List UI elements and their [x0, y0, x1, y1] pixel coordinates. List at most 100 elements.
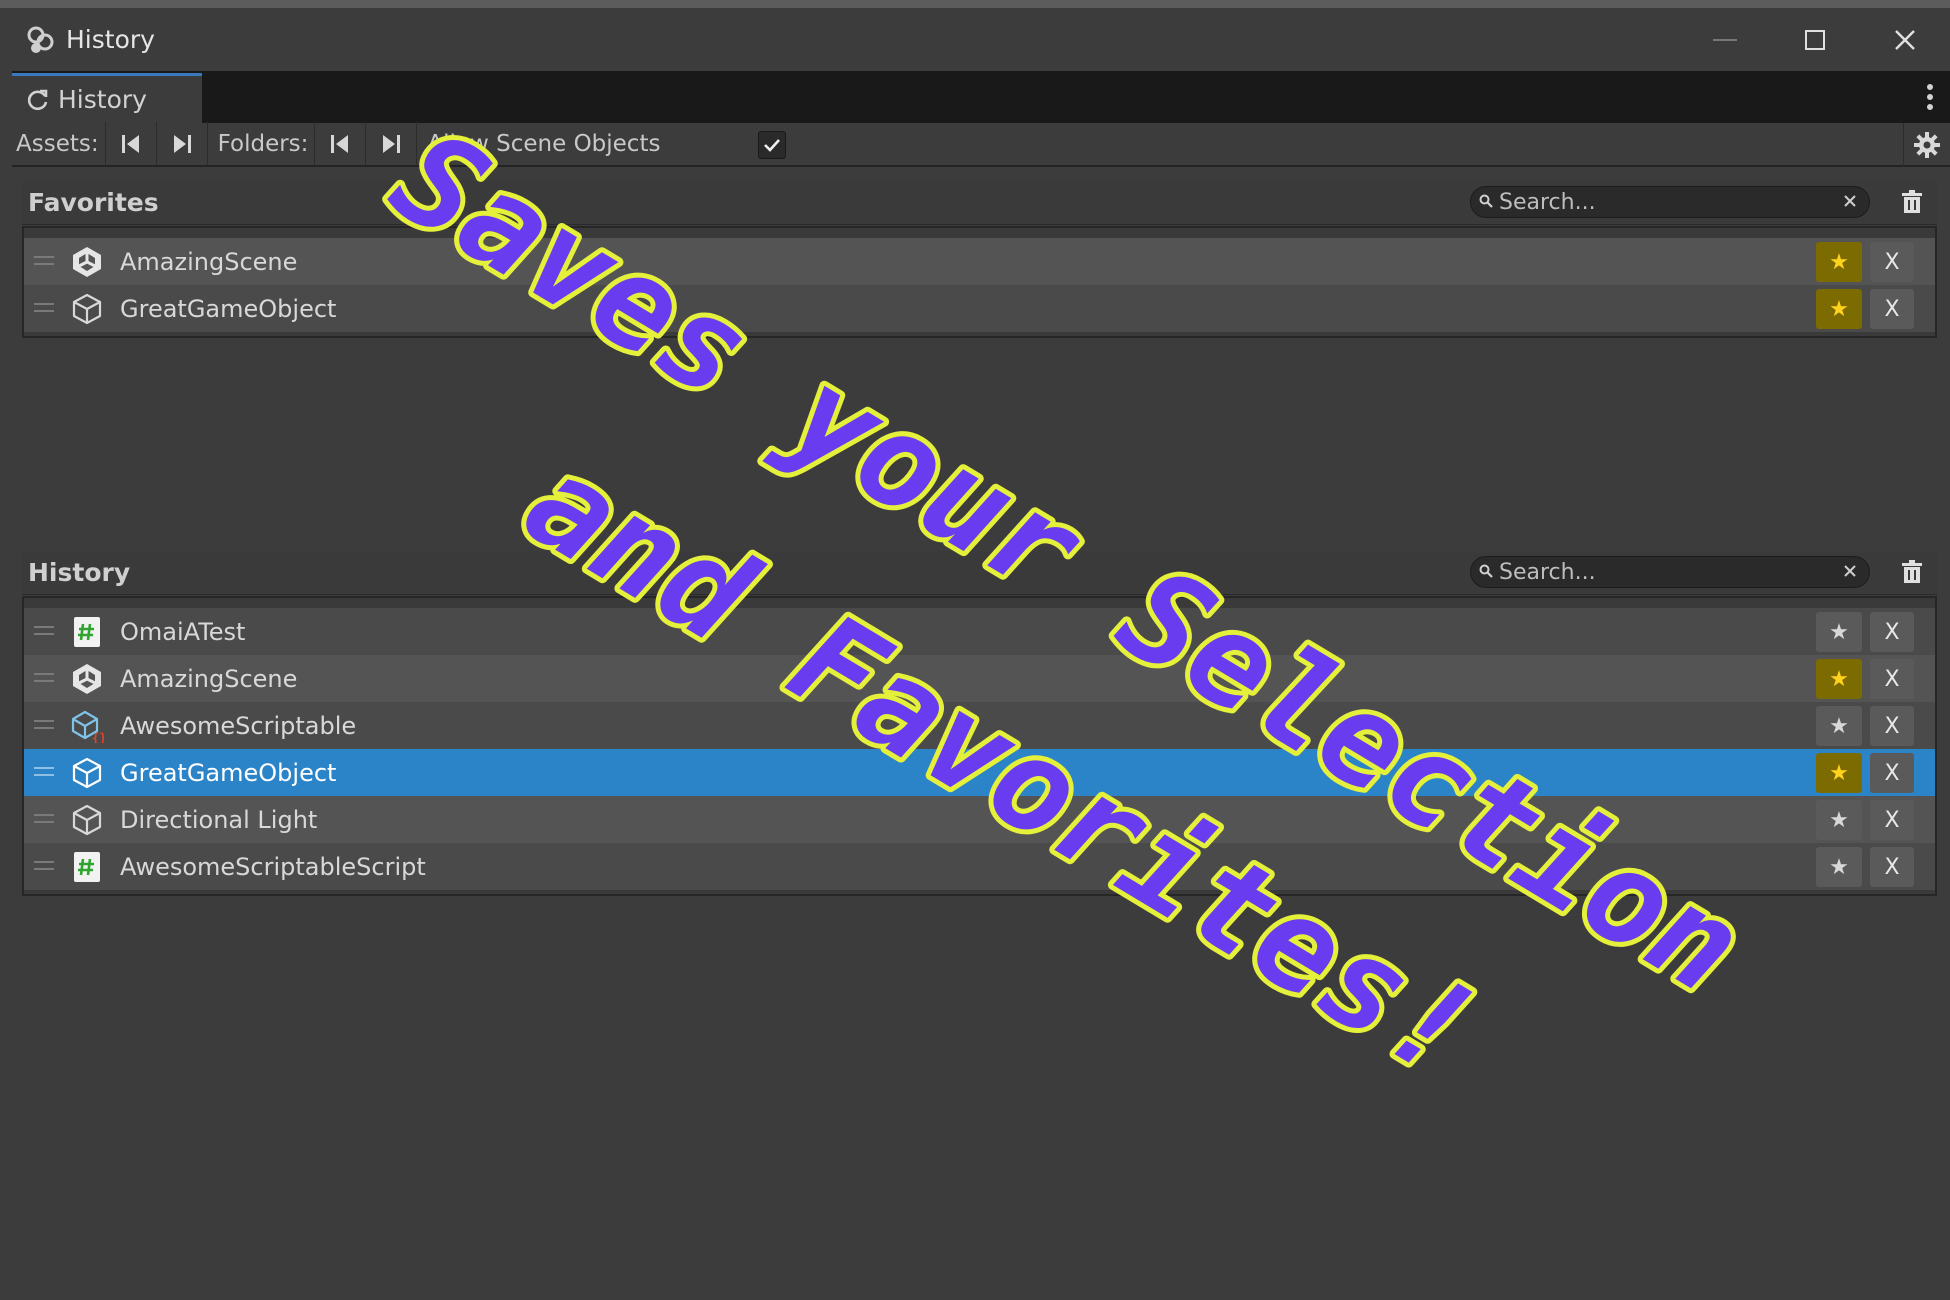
drag-handle-icon[interactable]: [34, 256, 54, 266]
allow-scene-objects-label: Allow Scene Objects: [427, 131, 661, 157]
clear-search-icon[interactable]: [1841, 192, 1859, 210]
kebab-menu-icon[interactable]: [1926, 83, 1934, 111]
remove-item-button[interactable]: X: [1870, 612, 1914, 652]
folders-previous-button[interactable]: [314, 122, 365, 166]
favorite-toggle-button[interactable]: ★: [1816, 612, 1862, 652]
history-title: History: [28, 558, 131, 587]
drag-handle-icon[interactable]: [34, 814, 54, 824]
skip-back-icon: [121, 135, 139, 153]
csharp-script-icon: [74, 617, 100, 647]
settings-button[interactable]: [1903, 123, 1950, 167]
list-item-name: Directional Light: [120, 806, 318, 834]
list-item[interactable]: AmazingScene ★ X: [24, 655, 1935, 702]
favorite-toggle-button[interactable]: ★: [1816, 289, 1862, 329]
remove-label: X: [1884, 249, 1900, 275]
list-item[interactable]: AwesomeScriptableScript ★ X: [24, 843, 1935, 890]
remove-label: X: [1884, 296, 1900, 322]
drag-handle-icon[interactable]: [34, 720, 54, 730]
favorite-toggle-button[interactable]: ★: [1816, 800, 1862, 840]
clear-search-icon[interactable]: [1841, 562, 1859, 580]
favorites-title: Favorites: [28, 188, 159, 217]
minimize-button[interactable]: [1680, 8, 1770, 71]
history-search-placeholder: Search...: [1499, 560, 1596, 585]
star-icon: ★: [1829, 666, 1849, 692]
drag-handle-icon[interactable]: [34, 861, 54, 871]
remove-label: X: [1884, 666, 1900, 692]
skip-forward-icon: [173, 135, 191, 153]
list-item[interactable]: Directional Light ★ X: [24, 796, 1935, 843]
remove-item-button[interactable]: X: [1870, 659, 1914, 699]
history-toolbar: Assets: Folders: Allow Scene Objects: [12, 122, 1950, 167]
list-item[interactable]: AmazingScene ★ X: [24, 238, 1935, 285]
list-item-name: AmazingScene: [120, 665, 298, 693]
skip-back-icon: [331, 135, 349, 153]
list-item-name: AwesomeScriptable: [120, 712, 357, 740]
scriptable-object-icon: {}: [71, 710, 104, 743]
remove-item-button[interactable]: X: [1870, 242, 1914, 282]
tab-strip: History: [12, 71, 1950, 123]
list-item-name: AmazingScene: [120, 248, 298, 276]
star-icon: ★: [1829, 296, 1849, 322]
gameobject-cube-icon: [72, 757, 102, 789]
minimize-icon: [1713, 38, 1737, 41]
svg-text:{}: {}: [92, 731, 104, 743]
drag-handle-icon[interactable]: [34, 767, 54, 777]
list-item[interactable]: GreatGameObject ★ X: [24, 285, 1935, 332]
remove-item-button[interactable]: X: [1870, 753, 1914, 793]
assets-previous-button[interactable]: [104, 122, 156, 166]
list-item-selected[interactable]: GreatGameObject ★ X: [24, 749, 1935, 796]
gameobject-cube-icon: [72, 293, 102, 325]
list-item-name: OmaiATest: [120, 618, 246, 646]
favorites-search-input[interactable]: Search...: [1470, 186, 1870, 218]
remove-item-button[interactable]: X: [1870, 289, 1914, 329]
remove-label: X: [1884, 713, 1900, 739]
favorite-toggle-button[interactable]: ★: [1816, 847, 1862, 887]
favorite-toggle-button[interactable]: ★: [1816, 753, 1862, 793]
gameobject-cube-icon: [72, 804, 102, 836]
remove-item-button[interactable]: X: [1870, 706, 1914, 746]
folders-next-button[interactable]: [365, 122, 416, 166]
star-icon: ★: [1829, 249, 1849, 275]
unity-scene-icon: [73, 664, 101, 694]
remove-label: X: [1884, 854, 1900, 880]
remove-item-button[interactable]: X: [1870, 800, 1914, 840]
favorite-toggle-button[interactable]: ★: [1816, 242, 1862, 282]
remove-label: X: [1884, 619, 1900, 645]
drag-handle-icon[interactable]: [34, 626, 54, 636]
drag-handle-icon[interactable]: [34, 673, 54, 683]
window-titlebar[interactable]: History: [12, 8, 1950, 71]
tab-history[interactable]: History: [12, 73, 202, 123]
drag-handle-icon[interactable]: [34, 303, 54, 313]
trash-icon: [1902, 560, 1922, 583]
list-item[interactable]: OmaiATest ★ X: [24, 608, 1935, 655]
skip-forward-icon: [383, 135, 401, 153]
favorites-search-placeholder: Search...: [1499, 190, 1596, 215]
favorite-toggle-button[interactable]: ★: [1816, 659, 1862, 699]
maximize-button[interactable]: [1770, 8, 1860, 71]
favorite-toggle-button[interactable]: ★: [1816, 706, 1862, 746]
search-icon: [1479, 564, 1493, 578]
window-title: History: [66, 25, 155, 54]
window-frame-top: [0, 0, 1950, 8]
history-header: History Search...: [22, 551, 1937, 595]
close-window-button[interactable]: [1860, 8, 1950, 71]
gear-icon: [1914, 132, 1940, 158]
star-icon: ★: [1829, 713, 1849, 739]
star-icon: ★: [1829, 854, 1849, 880]
maximize-icon: [1805, 29, 1825, 50]
remove-label: X: [1884, 807, 1900, 833]
favorites-clear-button[interactable]: [1892, 186, 1932, 218]
assets-label: Assets:: [16, 131, 99, 157]
list-item-name: AwesomeScriptableScript: [120, 853, 426, 881]
favorites-header: Favorites Search...: [22, 181, 1937, 225]
allow-scene-objects-checkbox[interactable]: [758, 131, 786, 159]
remove-label: X: [1884, 760, 1900, 786]
remove-item-button[interactable]: X: [1870, 847, 1914, 887]
checkmark-icon: [764, 139, 780, 152]
close-icon: [1895, 29, 1915, 50]
history-search-input[interactable]: Search...: [1470, 556, 1870, 588]
csharp-script-icon: [74, 852, 100, 882]
assets-next-button[interactable]: [155, 122, 207, 166]
list-item[interactable]: {} AwesomeScriptable ★ X: [24, 702, 1935, 749]
history-clear-button[interactable]: [1892, 556, 1932, 588]
